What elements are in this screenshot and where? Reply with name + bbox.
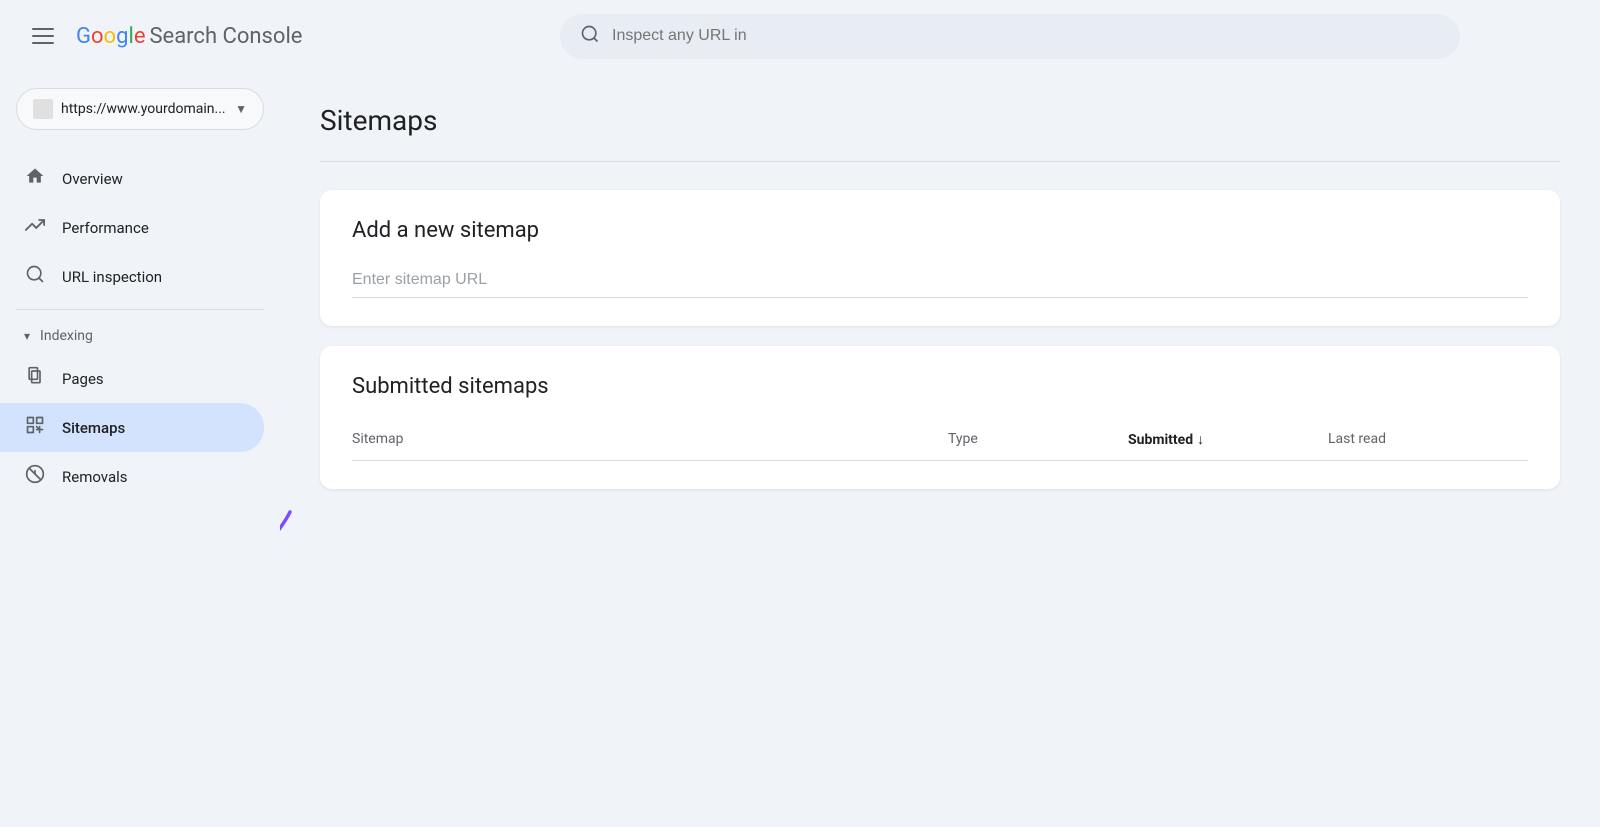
sidebar-item-url-inspection-label: URL inspection: [62, 268, 162, 286]
annotation-arrow: [280, 492, 330, 692]
submitted-sitemaps-title: Submitted sitemaps: [352, 374, 1528, 399]
app-logo: Google Search Console: [76, 24, 302, 49]
logo-g: G: [76, 24, 91, 49]
logo-o2: o: [104, 24, 117, 49]
pages-icon: [24, 366, 46, 391]
sidebar-item-url-inspection[interactable]: URL inspection: [0, 252, 264, 301]
sidebar-divider: [16, 309, 264, 310]
submitted-sitemaps-card: Submitted sitemaps Sitemap Type Submitte…: [320, 346, 1560, 489]
url-search-bar[interactable]: [560, 14, 1460, 59]
sitemap-url-input[interactable]: [352, 263, 1528, 298]
col-header-submitted: Submitted ↓: [1128, 431, 1328, 448]
sidebar-item-overview-label: Overview: [62, 170, 123, 188]
sidebar-item-performance[interactable]: Performance: [0, 203, 264, 252]
url-search-icon: [24, 264, 46, 289]
chevron-down-icon: ▼: [235, 102, 247, 116]
sidebar-item-sitemaps-label: Sitemaps: [62, 419, 125, 437]
sort-down-icon[interactable]: ↓: [1197, 431, 1204, 448]
menu-button[interactable]: [24, 20, 62, 52]
removals-icon: [24, 464, 46, 489]
domain-selector[interactable]: https://www.yourdomain... ▼: [16, 88, 264, 130]
domain-favicon: [33, 99, 53, 119]
sidebar-item-pages[interactable]: Pages: [0, 354, 264, 403]
sitemaps-icon: [24, 415, 46, 440]
top-header: Google Search Console: [0, 0, 1600, 72]
add-sitemap-title: Add a new sitemap: [352, 218, 1528, 243]
sidebar-item-removals[interactable]: Removals: [0, 452, 264, 501]
trending-up-icon: [24, 215, 46, 240]
logo-o1: o: [91, 24, 104, 49]
main-layout: https://www.yourdomain... ▼ Overview Per…: [0, 72, 1600, 827]
sidebar-item-pages-label: Pages: [62, 370, 104, 388]
app-name: Search Console: [149, 24, 302, 49]
sidebar-item-sitemaps[interactable]: Sitemaps: [0, 403, 264, 452]
indexing-section-header[interactable]: ▾ Indexing: [0, 318, 280, 354]
search-icon: [580, 24, 600, 49]
chevron-icon: ▾: [24, 329, 30, 343]
sidebar: https://www.yourdomain... ▼ Overview Per…: [0, 72, 280, 827]
logo-g2: g: [116, 24, 128, 49]
indexing-section-label: Indexing: [40, 328, 93, 344]
col-header-sitemap: Sitemap: [352, 431, 948, 448]
sidebar-item-overview[interactable]: Overview: [0, 154, 264, 203]
sidebar-item-performance-label: Performance: [62, 219, 149, 237]
page-title: Sitemaps: [320, 104, 1560, 137]
sitemaps-table-header: Sitemap Type Submitted ↓ Last read: [352, 419, 1528, 461]
logo-e: e: [134, 24, 146, 49]
col-header-type: Type: [948, 431, 1128, 448]
home-icon: [24, 166, 46, 191]
domain-text: https://www.yourdomain...: [61, 101, 227, 117]
main-content: Sitemaps Add a new sitemap Submitted sit…: [280, 72, 1600, 827]
add-sitemap-card: Add a new sitemap: [320, 190, 1560, 326]
title-divider: [320, 161, 1560, 162]
col-header-last-read: Last read: [1328, 431, 1528, 448]
sidebar-item-removals-label: Removals: [62, 468, 128, 486]
url-inspect-input[interactable]: [612, 27, 1440, 45]
